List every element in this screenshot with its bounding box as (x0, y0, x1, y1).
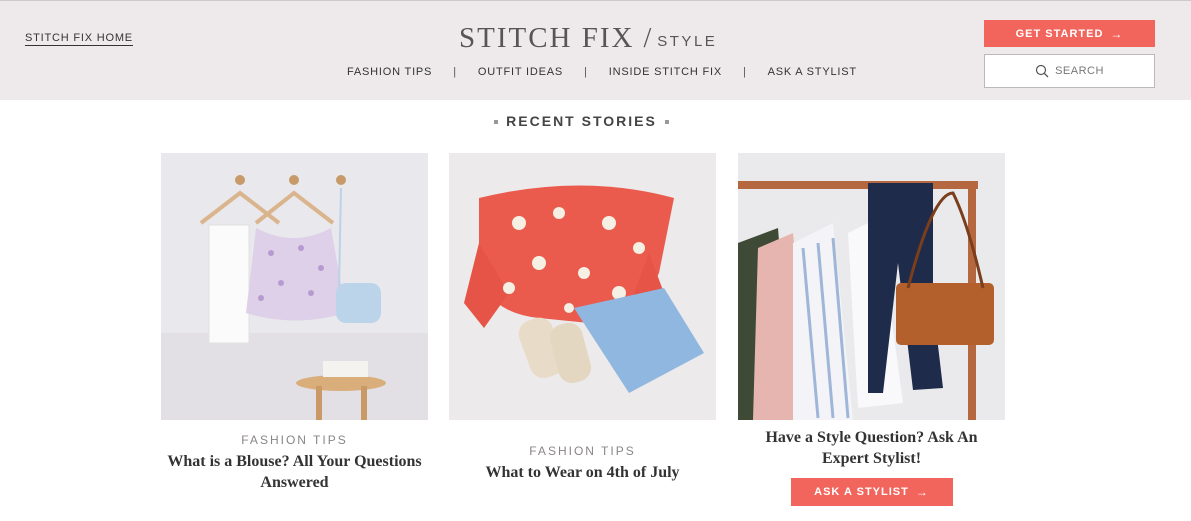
stitch-fix-home-link[interactable]: STITCH FIX HOME (25, 32, 133, 46)
story-card: FASHION TIPS What is a Blouse? All Your … (161, 153, 428, 493)
story-image-4th-of-july[interactable] (449, 153, 716, 420)
logo-sub-text: STYLE (657, 33, 718, 50)
story-card: FASHION TIPS What to Wear on 4th of July (449, 153, 716, 483)
nav-ask-a-stylist[interactable]: ASK A STYLIST (768, 66, 857, 78)
story-image-ask-stylist[interactable] (738, 153, 1005, 420)
nav-outfit-ideas[interactable]: OUTFIT IDEAS (478, 66, 563, 78)
ask-a-stylist-label: ASK A STYLIST (814, 486, 909, 498)
logo-main-text: STITCH FIX (459, 22, 635, 54)
nav-separator: | (584, 66, 588, 78)
story-title[interactable]: Have a Style Question? Ask An Expert Sty… (738, 427, 1005, 469)
nav-fashion-tips[interactable]: FASHION TIPS (347, 66, 432, 78)
search-placeholder: SEARCH (1055, 65, 1104, 77)
logo-slash: / (643, 23, 652, 54)
search-input[interactable]: SEARCH (984, 54, 1155, 88)
get-started-label: GET STARTED (1015, 27, 1104, 40)
story-category: FASHION TIPS (241, 433, 348, 447)
story-image-blouse[interactable] (161, 153, 428, 420)
section-title-text: RECENT STORIES (506, 113, 657, 129)
decor-dot (664, 120, 669, 125)
ask-a-stylist-button[interactable]: ASK A STYLIST → (790, 478, 953, 506)
nav-inside-stitch-fix[interactable]: INSIDE STITCH FIX (609, 66, 722, 78)
story-title[interactable]: What is a Blouse? All Your Questions Ans… (161, 451, 428, 493)
arrow-right-icon: → (1110, 26, 1124, 41)
story-title[interactable]: What to Wear on 4th of July (449, 462, 716, 483)
story-category: FASHION TIPS (529, 444, 636, 458)
section-title: RECENT STORIES (0, 113, 1163, 129)
search-icon (1035, 64, 1049, 78)
decor-dot (494, 120, 499, 125)
nav-separator: | (453, 66, 457, 78)
nav-separator: | (742, 66, 747, 78)
arrow-right-icon: → (915, 485, 929, 499)
get-started-button[interactable]: GET STARTED → (984, 20, 1155, 47)
site-logo[interactable]: STITCH FIX / STYLE (459, 22, 717, 55)
site-header: STITCH FIX HOME STITCH FIX / STYLE FASHI… (0, 0, 1191, 100)
main-nav: FASHION TIPS | OUTFIT IDEAS | INSIDE STI… (347, 66, 857, 78)
story-card: Have a Style Question? Ask An Expert Sty… (738, 153, 1005, 506)
